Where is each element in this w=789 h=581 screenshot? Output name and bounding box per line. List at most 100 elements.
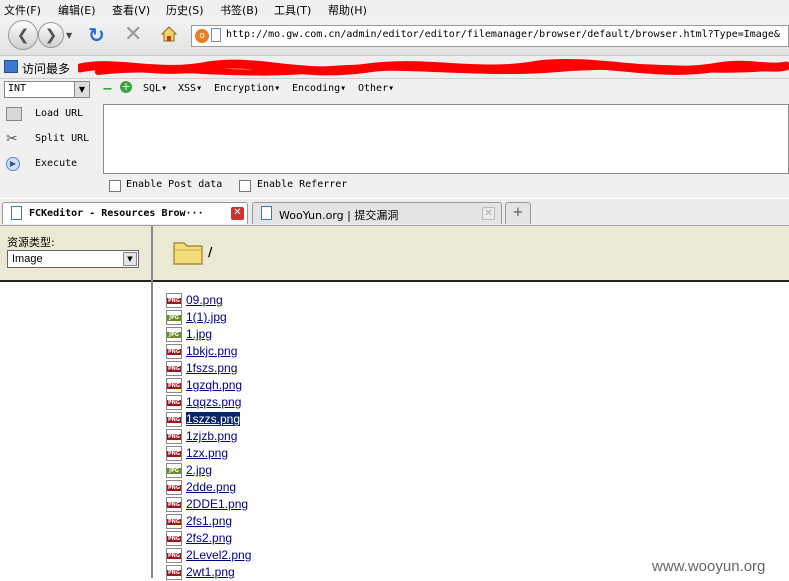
enable-post-checkbox[interactable] xyxy=(109,180,121,192)
hackbar-menu-encoding[interactable]: Encoding▾ xyxy=(292,83,346,94)
file-link[interactable]: 1bkjc.png xyxy=(186,344,237,358)
resource-type-form: 资源类型: Image ▼ xyxy=(0,226,151,282)
scissors-icon: ✂ xyxy=(6,131,18,147)
hackbar-menu-xss-label: XSS xyxy=(178,83,197,94)
plus-icon: + xyxy=(512,205,524,220)
history-dropdown-icon[interactable]: ▼ xyxy=(66,31,72,40)
file-link[interactable]: 09.png xyxy=(186,293,223,307)
file-link[interactable]: 2DDE1.png xyxy=(186,497,248,511)
enable-post-label: Enable Post data xyxy=(126,179,223,190)
close-icon[interactable]: ✕ xyxy=(482,207,495,220)
reload-icon[interactable]: ↻ xyxy=(88,23,105,47)
chevron-down-icon[interactable]: ▼ xyxy=(123,252,137,266)
hackbar-menu-other[interactable]: Other▾ xyxy=(358,83,394,94)
play-icon: ▶ xyxy=(6,157,20,171)
menu-history[interactable]: 历史(S) xyxy=(166,2,204,18)
resource-type-select[interactable]: Image ▼ xyxy=(7,250,139,268)
file-link[interactable]: 2dde.png xyxy=(186,480,236,494)
file-link[interactable]: 1(1).jpg xyxy=(186,310,227,324)
file-link[interactable]: 1szzs.png xyxy=(186,412,241,426)
png-file-icon: PNG xyxy=(166,395,182,410)
hackbar-menu-sql-label: SQL xyxy=(143,83,162,94)
tab-fckeditor[interactable]: FCKeditor - Resources Brow··· ✕ xyxy=(2,202,248,224)
stop-icon[interactable]: ✕ xyxy=(124,22,142,47)
back-arrow-icon: ❮ xyxy=(16,26,30,44)
close-icon[interactable]: ✕ xyxy=(231,207,244,220)
file-type-badge: PNG xyxy=(167,485,181,491)
hackbar-menu-sql[interactable]: SQL▾ xyxy=(143,83,167,94)
load-url-icon xyxy=(6,107,22,121)
hackbar-url-textarea[interactable] xyxy=(103,104,789,174)
png-file-icon: PNG xyxy=(166,531,182,546)
png-file-icon: PNG xyxy=(166,412,182,427)
file-link[interactable]: 2fs2.png xyxy=(186,531,232,545)
hackbar-menu-encryption[interactable]: Encryption▾ xyxy=(214,83,280,94)
address-bar[interactable]: o http://mo.gw.com.cn/admin/editor/edito… xyxy=(191,25,789,47)
home-icon[interactable] xyxy=(160,25,178,43)
execute-button[interactable]: ▶ Execute xyxy=(2,155,102,175)
folder-path-bar: / xyxy=(153,226,789,282)
chevron-down-icon[interactable]: ▼ xyxy=(74,82,89,97)
navigation-toolbar: ❮ ❯ ▼ ↻ ✕ o http://mo.gw.com.cn/admin/ed… xyxy=(0,17,789,56)
tab-wooyun[interactable]: WooYun.org | 提交漏洞 ✕ xyxy=(252,202,502,224)
file-list: PNG 09.png JPG 1(1).jpg JPG 1.jpg PNG 1bkjc.png… xyxy=(153,292,789,580)
load-url-label: Load URL xyxy=(35,108,84,119)
hackbar-menu-other-label: Other xyxy=(358,83,389,94)
png-file-icon: PNG xyxy=(166,344,182,359)
hackbar-menu-encryption-label: Encryption xyxy=(214,83,275,94)
file-link[interactable]: 2Level2.png xyxy=(186,548,251,562)
decrease-icon[interactable]: − xyxy=(102,82,113,97)
url-text: http://mo.gw.com.cn/admin/editor/editor/… xyxy=(226,29,780,40)
file-link[interactable]: 1zx.png xyxy=(186,446,228,460)
file-type-badge: PNG xyxy=(167,366,181,372)
page-icon xyxy=(211,28,221,42)
file-link[interactable]: 1fszs.png xyxy=(186,361,237,375)
file-link[interactable]: 1.jpg xyxy=(186,327,212,341)
site-identity-icon[interactable]: o xyxy=(195,29,209,43)
forward-arrow-icon: ❯ xyxy=(44,26,58,44)
jpg-file-icon: JPG xyxy=(166,463,182,478)
execute-label: Execute xyxy=(35,158,78,169)
menu-tools[interactable]: 工具(T) xyxy=(274,2,311,18)
tab-title: WooYun.org | 提交漏洞 xyxy=(279,209,399,222)
png-file-icon: PNG xyxy=(166,293,182,308)
file-type-badge: PNG xyxy=(167,570,181,576)
hackbar-menu-xss[interactable]: XSS▾ xyxy=(178,83,202,94)
hackbar-type-select[interactable]: INT ▼ xyxy=(4,81,90,98)
back-button[interactable]: ❮ xyxy=(8,20,38,50)
file-type-badge: JPG xyxy=(167,332,181,338)
file-link[interactable]: 2fs1.png xyxy=(186,514,232,528)
folder-icon xyxy=(173,242,203,265)
file-link[interactable]: 2wt1.png xyxy=(186,565,235,579)
new-tab-button[interactable]: + xyxy=(505,202,531,224)
file-link[interactable]: 2.jpg xyxy=(186,463,212,477)
file-link[interactable]: 1zjzb.png xyxy=(186,429,237,443)
enable-referrer-checkbox[interactable] xyxy=(239,180,251,192)
menu-file[interactable]: 文件(F) xyxy=(4,2,41,18)
file-link[interactable]: 1qqzs.png xyxy=(186,395,241,409)
forward-button[interactable]: ❯ xyxy=(38,22,64,48)
resource-type-label: 资源类型: xyxy=(7,236,55,249)
file-type-badge: PNG xyxy=(167,451,181,457)
menu-help[interactable]: 帮助(H) xyxy=(328,2,367,18)
png-file-icon: PNG xyxy=(166,497,182,512)
file-type-badge: PNG xyxy=(167,536,181,542)
enable-referrer-label: Enable Referrer xyxy=(257,179,348,190)
tab-title: FCKeditor - Resources Brow··· xyxy=(29,208,204,219)
menu-edit[interactable]: 编辑(E) xyxy=(58,2,96,18)
png-file-icon: PNG xyxy=(166,480,182,495)
file-type-badge: PNG xyxy=(167,553,181,559)
increase-icon[interactable]: + xyxy=(120,81,132,93)
menu-bookmarks[interactable]: 书签(B) xyxy=(220,2,258,18)
bookmark-most-visited[interactable]: 访问最多 xyxy=(22,60,70,77)
jpg-file-icon: JPG xyxy=(166,310,182,325)
png-file-icon: PNG xyxy=(166,548,182,563)
png-file-icon: PNG xyxy=(166,361,182,376)
menu-view[interactable]: 查看(V) xyxy=(112,2,150,18)
resource-type-value: Image xyxy=(12,253,43,265)
tab-strip: FCKeditor - Resources Brow··· ✕ WooYun.o… xyxy=(0,199,789,226)
load-url-button[interactable]: Load URL xyxy=(2,105,102,125)
file-link[interactable]: 1gzqh.png xyxy=(186,378,242,392)
file-type-badge: PNG xyxy=(167,434,181,440)
split-url-button[interactable]: ✂ Split URL xyxy=(2,130,102,150)
